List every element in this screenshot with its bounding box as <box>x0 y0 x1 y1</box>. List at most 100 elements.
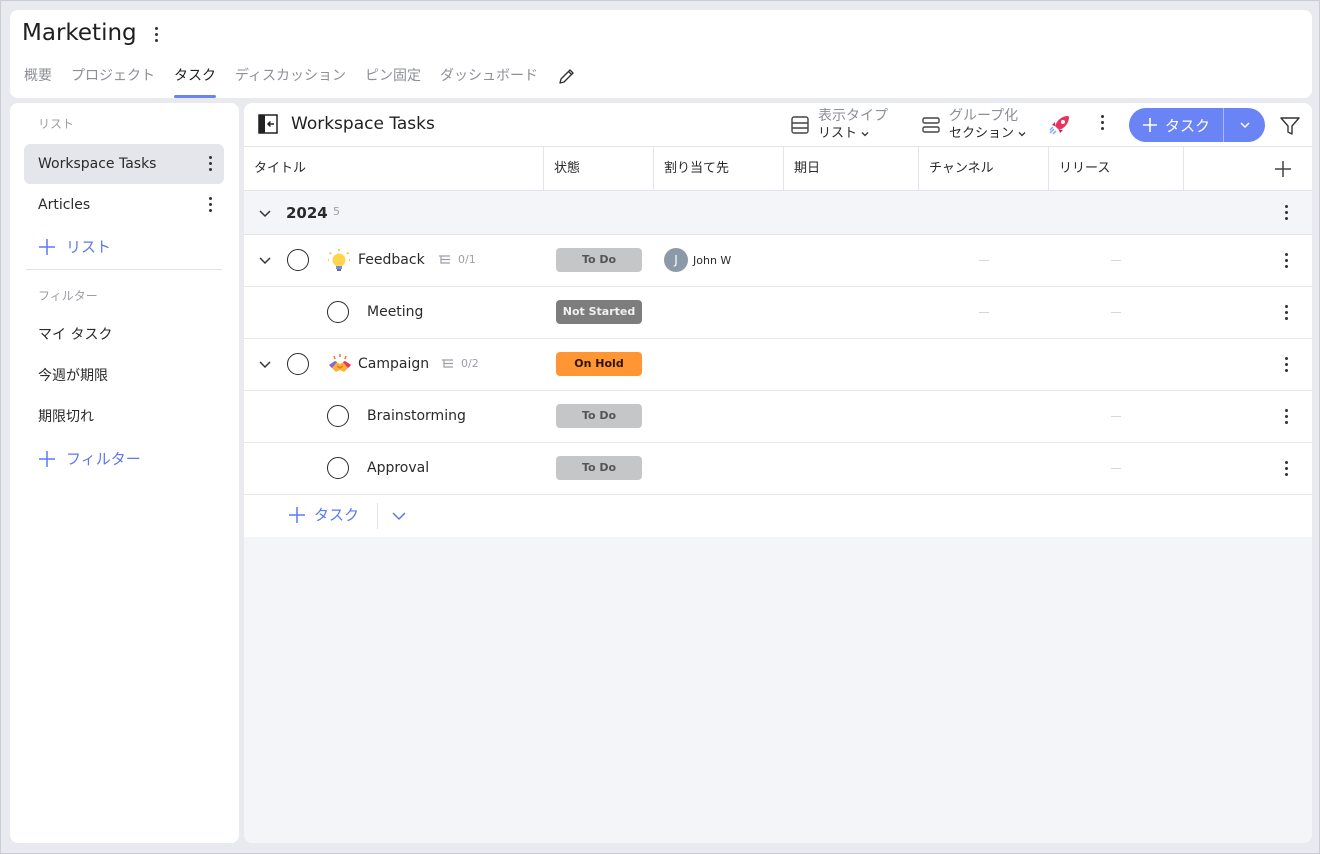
sidebar-item-label: Workspace Tasks <box>38 156 157 172</box>
chevron-down-icon <box>861 132 869 137</box>
pencil-icon[interactable] <box>557 66 577 86</box>
table-row[interactable]: Meeting Not Started <box>244 287 1312 339</box>
empty-value-dash <box>1111 468 1121 469</box>
chevron-down-icon[interactable] <box>258 253 272 267</box>
more-vertical-icon[interactable] <box>1101 115 1104 130</box>
more-vertical-icon[interactable] <box>1285 253 1288 268</box>
add-task-row: タスク <box>244 495 1312 537</box>
plus-icon <box>1143 118 1157 132</box>
plus-icon <box>39 238 55 255</box>
subtask-count[interactable]: 0/2 <box>441 357 479 370</box>
complete-checkbox[interactable] <box>327 405 349 427</box>
plus-icon <box>289 506 305 523</box>
group-count: 5 <box>333 205 340 218</box>
more-vertical-icon[interactable] <box>209 156 212 171</box>
chevron-down-icon[interactable] <box>258 206 272 220</box>
status-badge[interactable]: To Do <box>556 404 642 428</box>
more-vertical-icon[interactable] <box>1285 205 1288 220</box>
complete-checkbox[interactable] <box>327 457 349 479</box>
column-assignee[interactable]: 割り当て先 <box>654 147 784 191</box>
handshake-icon <box>329 354 351 372</box>
column-status[interactable]: 状態 <box>544 147 654 191</box>
tab-dashboard[interactable]: ダッシュボード <box>440 66 538 98</box>
subtask-icon <box>442 358 453 368</box>
add-list-label: リスト <box>66 238 112 256</box>
filter-overdue[interactable]: 期限切れ <box>38 406 94 426</box>
sidebar-item-workspace-tasks[interactable]: Workspace Tasks <box>24 144 224 184</box>
complete-checkbox[interactable] <box>287 249 309 271</box>
add-column-icon[interactable] <box>1274 160 1292 178</box>
sidebar-item-label: Articles <box>38 197 91 213</box>
more-vertical-icon[interactable] <box>150 23 162 45</box>
empty-value-dash <box>1111 260 1121 261</box>
toolbar: Workspace Tasks 表示タイプ リスト グループ化 セクション タス… <box>244 103 1312 147</box>
collapse-sidebar-icon[interactable] <box>258 114 278 134</box>
tab-overview[interactable]: 概要 <box>24 66 52 98</box>
rocket-icon[interactable] <box>1048 113 1072 137</box>
group-by-selector[interactable]: グループ化 セクション <box>921 107 1027 143</box>
filter-icon[interactable] <box>1279 115 1301 137</box>
more-vertical-icon[interactable] <box>1285 461 1288 476</box>
view-type-selector[interactable]: 表示タイプ リスト <box>790 107 888 143</box>
assignee-name: John W <box>693 253 732 267</box>
tab-pinned[interactable]: ピン固定 <box>365 66 421 98</box>
table-row[interactable]: Brainstorming To Do <box>244 391 1312 443</box>
lightbulb-icon <box>328 249 350 271</box>
assignee[interactable]: J John W <box>664 248 731 272</box>
empty-value-dash <box>1111 416 1121 417</box>
view-type-value: リスト <box>818 126 858 141</box>
add-list-button[interactable]: リスト <box>38 236 111 257</box>
status-badge[interactable]: To Do <box>556 248 642 272</box>
table-header: タイトル 状態 割り当て先 期日 チャンネル リリース <box>244 147 1312 191</box>
tab-projects[interactable]: プロジェクト <box>71 66 155 98</box>
page-title: Marketing <box>22 20 137 46</box>
add-task-inline-button[interactable]: タスク <box>288 504 359 525</box>
chevron-down-icon <box>1239 122 1250 129</box>
chevron-down-icon[interactable] <box>258 357 272 371</box>
chevron-down-icon[interactable] <box>391 509 407 523</box>
add-task-button[interactable]: タスク <box>1129 115 1223 136</box>
more-vertical-icon[interactable] <box>1285 357 1288 372</box>
task-title[interactable]: Campaign <box>358 356 429 372</box>
status-badge[interactable]: To Do <box>556 456 642 480</box>
task-title[interactable]: Meeting <box>367 304 423 320</box>
complete-checkbox[interactable] <box>327 301 349 323</box>
tab-discussion[interactable]: ディスカッション <box>235 66 346 98</box>
list-view-icon <box>791 116 809 134</box>
plus-icon <box>39 450 55 467</box>
tab-tasks[interactable]: タスク <box>174 66 216 98</box>
status-badge[interactable]: Not Started <box>556 300 642 324</box>
add-filter-button[interactable]: フィルター <box>38 448 141 469</box>
table-row[interactable]: Approval To Do <box>244 443 1312 495</box>
subtask-count-text: 0/1 <box>458 253 476 266</box>
group-by-label: グループ化 <box>949 108 1019 124</box>
column-due-date[interactable]: 期日 <box>784 147 919 191</box>
more-vertical-icon[interactable] <box>1285 409 1288 424</box>
add-task-dropdown[interactable] <box>1224 119 1265 131</box>
group-header[interactable]: 2024 5 <box>244 191 1312 235</box>
task-title[interactable]: Approval <box>367 460 429 476</box>
sidebar-item-articles[interactable]: Articles <box>24 185 224 225</box>
complete-checkbox[interactable] <box>287 353 309 375</box>
filter-my-tasks[interactable]: マイ タスク <box>38 324 112 344</box>
more-vertical-icon[interactable] <box>1285 305 1288 320</box>
filter-due-this-week[interactable]: 今週が期限 <box>38 365 108 385</box>
avatar: J <box>664 248 688 272</box>
list-title: Workspace Tasks <box>291 114 435 134</box>
task-title[interactable]: Brainstorming <box>367 408 466 424</box>
add-task-label: タスク <box>1165 116 1211 135</box>
more-vertical-icon[interactable] <box>209 197 212 212</box>
column-channel[interactable]: チャンネル <box>919 147 1049 191</box>
column-title[interactable]: タイトル <box>244 147 544 191</box>
table-row[interactable]: Campaign 0/2 On Hold <box>244 339 1312 391</box>
sidebar-divider <box>26 269 222 270</box>
empty-value-dash <box>979 260 989 261</box>
task-title[interactable]: Feedback <box>358 252 425 268</box>
subtask-count[interactable]: 0/1 <box>438 253 476 266</box>
table-row[interactable]: Feedback 0/1 To Do J John W <box>244 235 1312 287</box>
tab-bar: 概要 プロジェクト タスク ディスカッション ピン固定 ダッシュボード <box>24 66 577 98</box>
view-type-label: 表示タイプ <box>818 108 888 124</box>
column-release[interactable]: リリース <box>1049 147 1184 191</box>
status-badge[interactable]: On Hold <box>556 352 642 376</box>
sidebar: リスト Workspace Tasks Articles リスト フィルター マ… <box>10 103 239 843</box>
